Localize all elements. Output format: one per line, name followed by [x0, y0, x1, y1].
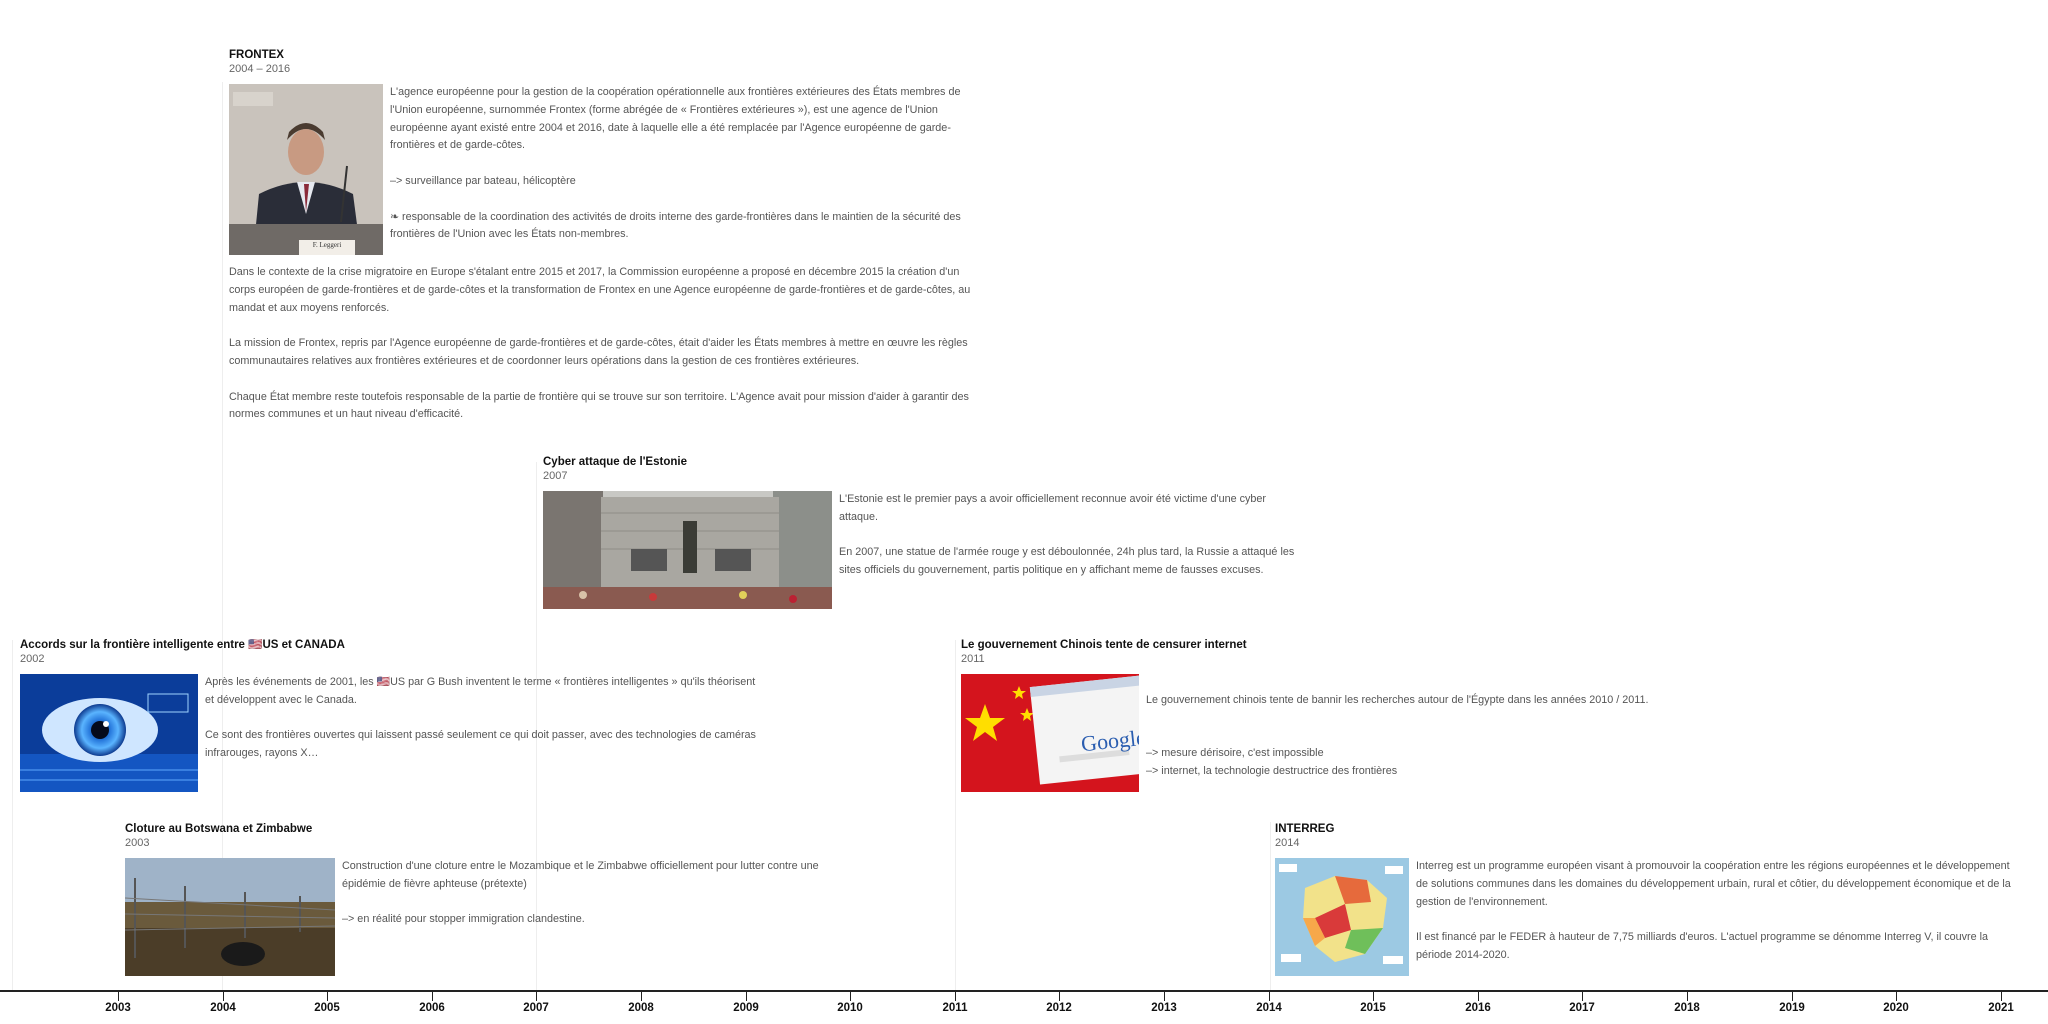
border-fence-photo	[125, 858, 335, 976]
event-text: Construction d'une cloture entre le Moza…	[342, 860, 819, 926]
year-label[interactable]: 2016	[1448, 1002, 1508, 1014]
event-date: 2002	[20, 653, 45, 665]
event-text: L'agence européenne pour la gestion de l…	[390, 86, 961, 241]
year-tick	[955, 992, 956, 1001]
year-tick	[850, 992, 851, 1001]
year-label[interactable]: 2021	[1971, 1002, 2031, 1014]
event-title: Cloture au Botswana et Zimbabwe	[125, 823, 313, 835]
timeline-axis	[0, 990, 2048, 992]
year-label[interactable]: 2010	[820, 1002, 880, 1014]
event-date: 2007	[543, 470, 568, 482]
event-card-frontex[interactable]: FRONTEX 2004 – 2016 F. Leggeri L'agence …	[229, 48, 986, 424]
frontex-photo: F. Leggeri	[229, 84, 383, 255]
year-label[interactable]: 2006	[402, 1002, 462, 1014]
event-date: 2011	[961, 653, 985, 665]
guide-line	[12, 640, 13, 990]
year-tick	[1269, 992, 1270, 1001]
year-label[interactable]: 2012	[1029, 1002, 1089, 1014]
year-tick	[2001, 992, 2002, 1001]
year-label[interactable]: 2017	[1552, 1002, 1612, 1014]
event-date: 2003	[125, 837, 150, 849]
year-tick	[1059, 992, 1060, 1001]
event-title: Accords sur la frontière intelligente en…	[20, 639, 345, 651]
year-label[interactable]: 2009	[716, 1002, 776, 1014]
year-tick	[641, 992, 642, 1001]
event-date: 2004 – 2016	[229, 63, 291, 75]
year-label[interactable]: 2013	[1134, 1002, 1194, 1014]
event-card-estonia[interactable]: Cyber attaque de l'Estonie 2007 L'Estoni…	[543, 455, 1303, 609]
year-tick	[1896, 992, 1897, 1001]
year-label[interactable]: 2003	[88, 1002, 148, 1014]
eye-scan-photo	[20, 674, 198, 792]
year-tick	[1582, 992, 1583, 1001]
photo-caption: F. Leggeri	[312, 241, 342, 249]
year-label[interactable]: 2004	[193, 1002, 253, 1014]
year-tick	[327, 992, 328, 1001]
event-text-continued: Dans le contexte de la crise migratoire …	[229, 266, 971, 421]
year-label[interactable]: 2018	[1657, 1002, 1717, 1014]
year-label[interactable]: 2015	[1343, 1002, 1403, 1014]
europe-regions-map	[1275, 858, 1409, 976]
year-tick	[1687, 992, 1688, 1001]
year-tick	[1373, 992, 1374, 1001]
event-text: Interreg est un programme européen visan…	[1416, 860, 2011, 961]
event-title: FRONTEX	[229, 49, 284, 61]
year-tick	[1478, 992, 1479, 1001]
year-label[interactable]: 2008	[611, 1002, 671, 1014]
year-tick	[118, 992, 119, 1001]
event-title: INTERREG	[1275, 823, 1335, 835]
event-title: Le gouvernement Chinois tente de censure…	[961, 639, 1247, 651]
year-label[interactable]: 2019	[1762, 1002, 1822, 1014]
year-tick	[1792, 992, 1793, 1001]
guide-line	[955, 640, 956, 990]
event-card-china[interactable]: Le gouvernement Chinois tente de censure…	[961, 638, 1681, 799]
year-label[interactable]: 2011	[925, 1002, 985, 1014]
year-label[interactable]: 2014	[1239, 1002, 1299, 1014]
event-card-botswana[interactable]: Cloture au Botswana et Zimbabwe 2003 Con…	[125, 822, 865, 976]
event-text: Après les événements de 2001, les 🇺🇸US p…	[205, 676, 756, 760]
year-tick	[536, 992, 537, 1001]
year-label[interactable]: 2007	[506, 1002, 566, 1014]
year-label[interactable]: 2020	[1866, 1002, 1926, 1014]
event-text: Le gouvernement chinois tente de bannir …	[1146, 693, 1649, 777]
china-flag-google-photo: Google	[961, 674, 1139, 792]
year-label[interactable]: 2005	[297, 1002, 357, 1014]
event-date: 2014	[1275, 837, 1300, 849]
year-tick	[432, 992, 433, 1001]
year-tick	[746, 992, 747, 1001]
event-title: Cyber attaque de l'Estonie	[543, 456, 687, 468]
estonia-monument-photo	[543, 491, 832, 609]
event-card-interreg[interactable]: INTERREG 2014 Interreg est un programme …	[1275, 822, 2020, 976]
year-tick	[223, 992, 224, 1001]
event-text: L'Estonie est le premier pays a avoir of…	[839, 493, 1295, 577]
year-tick	[1164, 992, 1165, 1001]
guide-line	[1270, 822, 1271, 990]
event-card-smart-border[interactable]: Accords sur la frontière intelligente en…	[20, 638, 780, 792]
